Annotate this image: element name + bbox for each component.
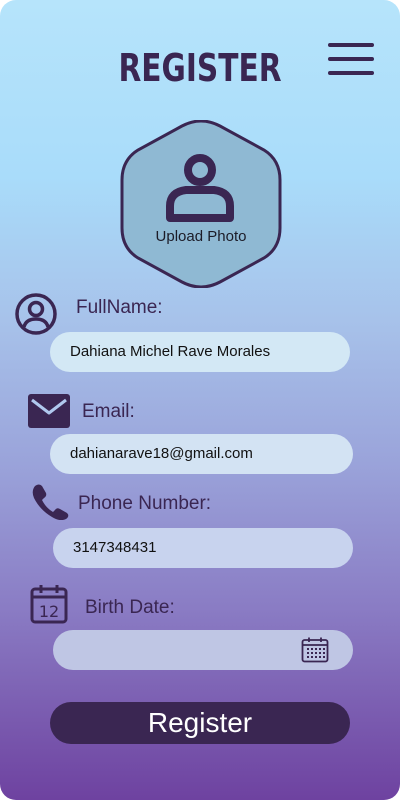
- register-button[interactable]: Register: [50, 702, 350, 744]
- email-input[interactable]: dahianarave18@gmail.com: [50, 434, 353, 474]
- user-silhouette-icon: [166, 154, 234, 222]
- birthdate-input[interactable]: [53, 630, 353, 670]
- user-circle-icon: [15, 293, 57, 335]
- page-title: REGISTER: [118, 46, 282, 90]
- phone-input[interactable]: 3147348431: [53, 528, 353, 568]
- calendar-day-number: 12: [39, 602, 59, 621]
- register-screen: REGISTER Upload Photo FullName: Dahiana …: [0, 0, 400, 800]
- fullname-label: FullName:: [76, 297, 163, 318]
- phone-handset-icon: [32, 484, 69, 520]
- hamburger-menu-icon-bar: [328, 43, 374, 47]
- envelope-icon: [28, 394, 70, 428]
- email-label: Email:: [82, 401, 135, 422]
- calendar-icon: 12: [30, 585, 68, 624]
- menu-button[interactable]: [328, 43, 374, 77]
- upload-photo-label: Upload Photo: [155, 228, 247, 245]
- phone-label: Phone Number:: [78, 493, 212, 514]
- hamburger-menu-icon-bar: [328, 71, 374, 75]
- hamburger-menu-icon-bar: [328, 57, 374, 61]
- fullname-input[interactable]: Dahiana Michel Rave Morales: [50, 332, 350, 372]
- calendar-grid-icon[interactable]: [301, 637, 329, 663]
- birthdate-label: Birth Date:: [85, 597, 175, 618]
- upload-photo-button[interactable]: Upload Photo: [120, 120, 282, 288]
